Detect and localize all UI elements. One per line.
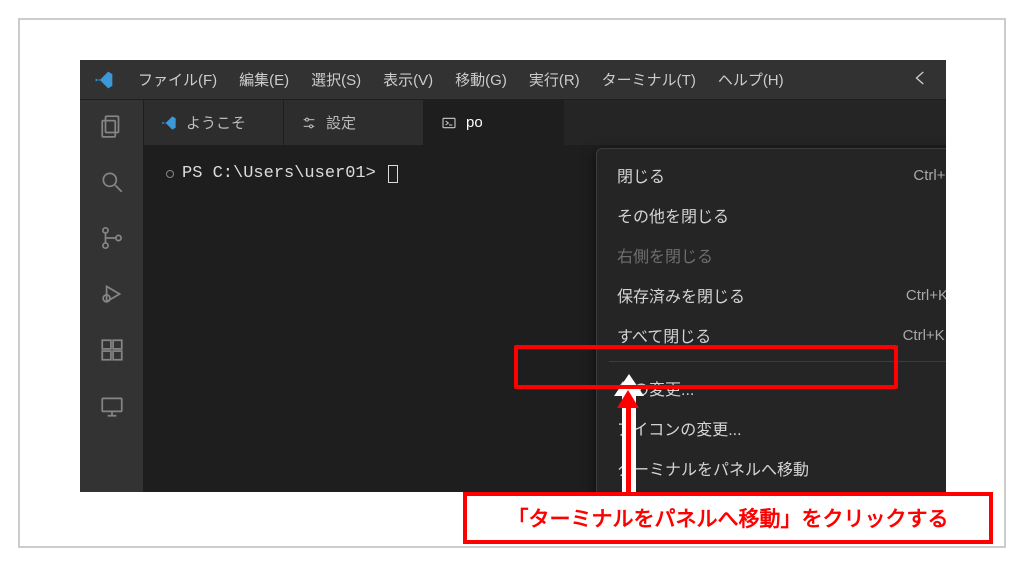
settings-tab-icon xyxy=(300,114,318,132)
prompt-indicator-icon xyxy=(166,170,174,178)
tab-row: ようこそ 設定 po xyxy=(144,100,946,146)
ctx-change-icon-label: アイコンの変更... xyxy=(617,416,742,440)
menu-selection[interactable]: 選択(S) xyxy=(301,64,371,95)
ctx-close-all[interactable]: すべて閉じる Ctrl+K W xyxy=(597,315,946,355)
terminal-prompt: PS C:\Users\user01> xyxy=(182,164,376,183)
ctx-close-right-label: 右側を閉じる xyxy=(617,243,713,267)
tab-welcome[interactable]: ようこそ xyxy=(144,100,284,145)
source-control-icon[interactable] xyxy=(98,224,126,252)
menu-help[interactable]: ヘルプ(H) xyxy=(708,64,794,95)
ctx-close[interactable]: 閉じる Ctrl+F4 xyxy=(597,155,946,195)
ctx-move-terminal-label: ターミナルをパネルへ移動 xyxy=(617,456,809,480)
ctx-close-all-label: すべて閉じる xyxy=(617,323,711,347)
ctx-rename[interactable]: 名前の変更 xyxy=(597,488,946,492)
ctx-close-right: 右側を閉じる xyxy=(597,235,946,275)
menu-go[interactable]: 移動(G) xyxy=(445,64,517,95)
menu-edit[interactable]: 編集(E) xyxy=(229,64,299,95)
ctx-close-shortcut: Ctrl+F4 xyxy=(913,167,946,184)
ctx-close-saved[interactable]: 保存済みを閉じる Ctrl+K U xyxy=(597,275,946,315)
tab-settings[interactable]: 設定 xyxy=(284,100,424,145)
tab-settings-label: 設定 xyxy=(326,112,356,133)
annotation-callout-text: 「ターミナルをパネルへ移動」をクリックする xyxy=(508,503,949,533)
remote-icon[interactable] xyxy=(98,392,126,420)
powershell-tab-icon xyxy=(440,114,458,132)
vscode-logo-icon xyxy=(94,70,114,90)
annotation-arrow-shaft xyxy=(626,406,631,492)
context-menu-separator xyxy=(609,361,946,362)
menu-run[interactable]: 実行(R) xyxy=(519,64,590,95)
ctx-close-others[interactable]: その他を閉じる xyxy=(597,195,946,235)
tab-terminal-label: po xyxy=(466,114,483,131)
annotation-callout: 「ターミナルをパネルへ移動」をクリックする xyxy=(463,492,993,544)
vscode-window: ファイル(F) 編集(E) 選択(S) 表示(V) 移動(G) 実行(R) ター… xyxy=(80,60,946,492)
ctx-close-all-shortcut: Ctrl+K W xyxy=(903,327,946,344)
ctx-close-saved-shortcut: Ctrl+K U xyxy=(906,287,946,304)
tab-terminal[interactable]: po xyxy=(424,100,564,145)
ctx-change-color[interactable]: 色の変更... xyxy=(597,368,946,408)
ctx-change-icon[interactable]: アイコンの変更... xyxy=(597,408,946,448)
menu-file[interactable]: ファイル(F) xyxy=(128,64,227,95)
menu-view[interactable]: 表示(V) xyxy=(373,64,443,95)
ctx-move-terminal-to-panel[interactable]: ターミナルをパネルへ移動 xyxy=(597,448,946,488)
ctx-close-saved-label: 保存済みを閉じる xyxy=(617,283,745,307)
vscode-tab-icon xyxy=(160,114,178,132)
activity-bar xyxy=(80,100,144,492)
explorer-icon[interactable] xyxy=(98,112,126,140)
back-icon[interactable] xyxy=(912,69,930,91)
extensions-icon[interactable] xyxy=(98,336,126,364)
debug-icon[interactable] xyxy=(98,280,126,308)
search-icon[interactable] xyxy=(98,168,126,196)
ctx-close-others-label: その他を閉じる xyxy=(617,203,729,227)
titlebar: ファイル(F) 編集(E) 選択(S) 表示(V) 移動(G) 実行(R) ター… xyxy=(80,60,946,100)
terminal-cursor xyxy=(388,165,398,183)
ctx-close-label: 閉じる xyxy=(617,163,665,187)
annotation-arrow-head-icon xyxy=(617,390,639,408)
tab-welcome-label: ようこそ xyxy=(186,112,246,133)
tab-context-menu: 閉じる Ctrl+F4 その他を閉じる 右側を閉じる 保存済みを閉じる Ctrl… xyxy=(596,148,946,492)
menu-terminal[interactable]: ターミナル(T) xyxy=(592,64,706,95)
